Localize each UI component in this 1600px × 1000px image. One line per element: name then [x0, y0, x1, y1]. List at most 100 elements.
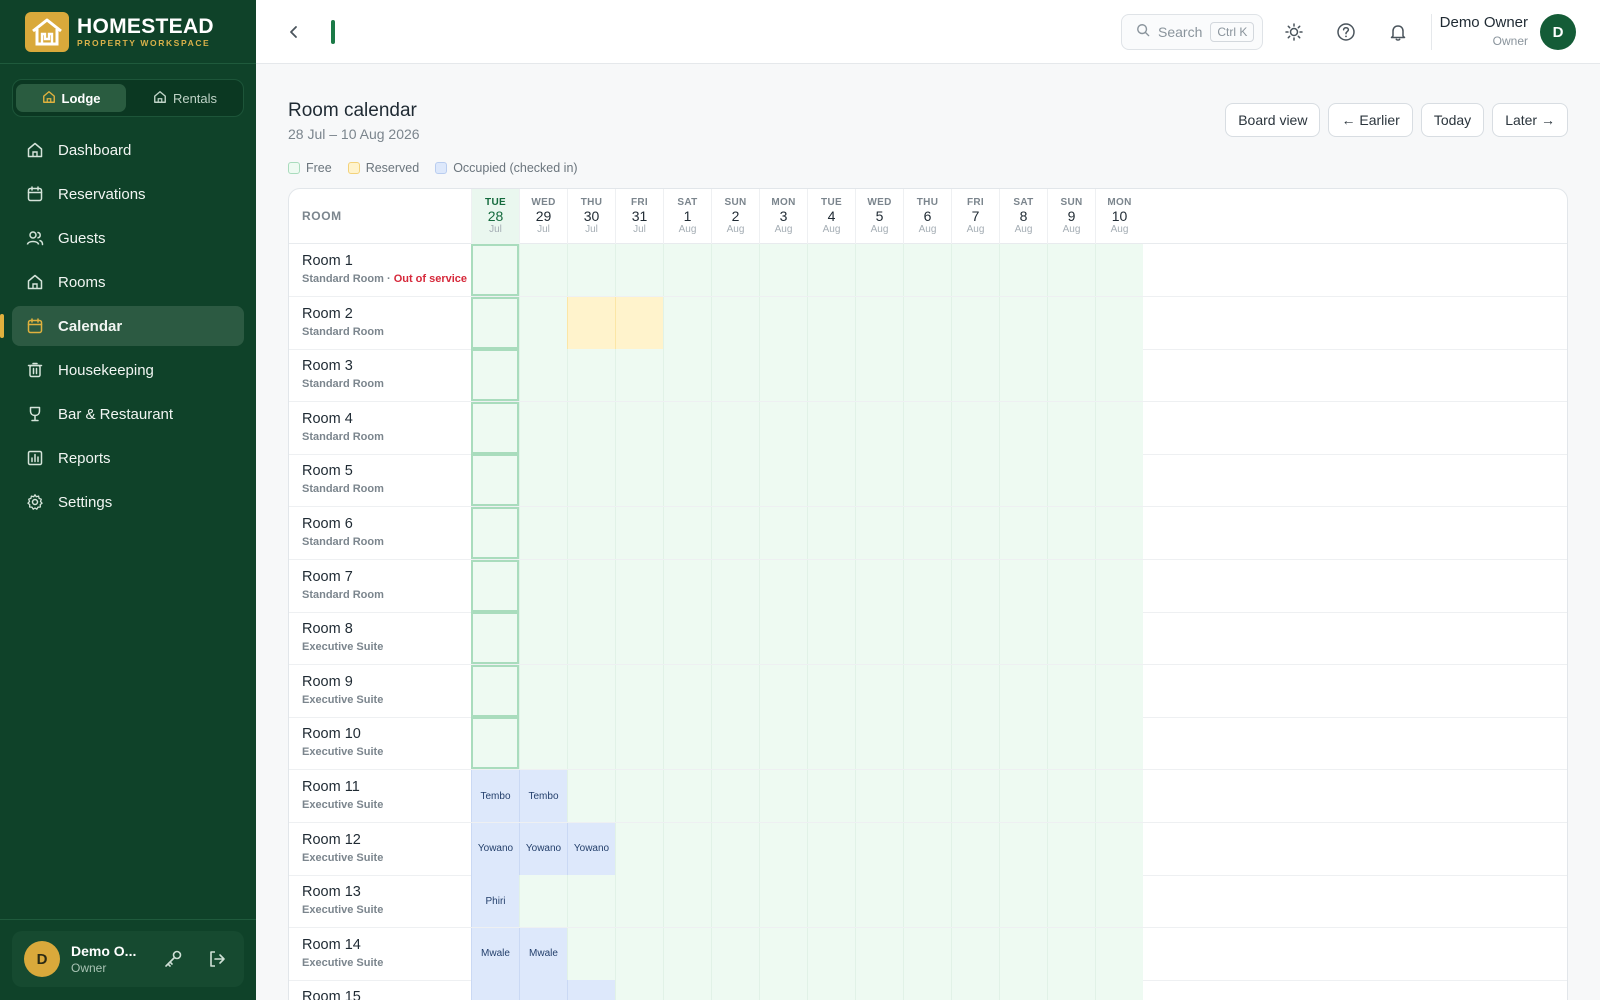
- calendar-cell-free[interactable]: [855, 349, 903, 402]
- calendar-cell-free[interactable]: [855, 559, 903, 612]
- calendar-cell-free[interactable]: [807, 296, 855, 349]
- calendar-cell-free[interactable]: [807, 244, 855, 296]
- calendar-cell-occupied[interactable]: Yowano: [519, 822, 567, 875]
- today-button[interactable]: Today: [1420, 103, 1485, 137]
- calendar-cell-free[interactable]: [999, 296, 1047, 349]
- room-cell[interactable]: Room 6 Standard Room: [289, 507, 475, 559]
- calendar-cell-free[interactable]: [951, 507, 999, 559]
- calendar-cell-free[interactable]: [663, 507, 711, 559]
- calendar-cell-free[interactable]: [855, 244, 903, 296]
- calendar-cell-free[interactable]: [999, 401, 1047, 454]
- calendar-cell-free[interactable]: [471, 349, 519, 402]
- calendar-cell-free[interactable]: [759, 717, 807, 770]
- room-cell[interactable]: Room 2 Standard Room: [289, 297, 475, 349]
- calendar-cell-free[interactable]: [1047, 822, 1095, 875]
- calendar-cell-free[interactable]: [807, 349, 855, 402]
- calendar-cell-free[interactable]: [519, 559, 567, 612]
- calendar-cell-free[interactable]: [855, 927, 903, 980]
- calendar-cell-free[interactable]: [855, 822, 903, 875]
- calendar-cell-free[interactable]: [903, 664, 951, 717]
- room-cell[interactable]: Room 8 Executive Suite: [289, 612, 475, 664]
- room-cell[interactable]: Room 4 Standard Room: [289, 402, 475, 454]
- sidebar-item-guests[interactable]: Guests: [12, 218, 244, 258]
- logout-icon[interactable]: [207, 949, 227, 969]
- calendar-cell-free[interactable]: [1095, 875, 1143, 928]
- calendar-cell-free[interactable]: [615, 875, 663, 928]
- calendar-cell-free[interactable]: [759, 664, 807, 717]
- calendar-cell-free[interactable]: [711, 244, 759, 296]
- sidebar-item-calendar[interactable]: Calendar: [0, 306, 244, 346]
- calendar-cell-free[interactable]: [1047, 927, 1095, 980]
- calendar-cell-free[interactable]: [951, 244, 999, 296]
- room-cell[interactable]: Room 10 Executive Suite: [289, 717, 475, 769]
- calendar-cell-free[interactable]: [903, 559, 951, 612]
- calendar-cell-free[interactable]: [999, 559, 1047, 612]
- calendar-cell-free[interactable]: [1047, 507, 1095, 559]
- calendar-cell-free[interactable]: [807, 612, 855, 665]
- calendar-cell-free[interactable]: [567, 612, 615, 665]
- calendar-cell-free[interactable]: [663, 927, 711, 980]
- calendar-cell-free[interactable]: [567, 507, 615, 559]
- calendar-cell-free[interactable]: [519, 717, 567, 770]
- calendar-cell-occupied[interactable]: Yowano: [567, 822, 615, 875]
- calendar-cell-free[interactable]: [807, 559, 855, 612]
- calendar-cell-free[interactable]: [759, 822, 807, 875]
- calendar-cell-free[interactable]: [855, 664, 903, 717]
- calendar-cell-free[interactable]: [903, 296, 951, 349]
- key-icon[interactable]: [163, 949, 183, 969]
- calendar-cell-free[interactable]: [1047, 717, 1095, 770]
- sidebar-item-rooms[interactable]: Rooms: [12, 262, 244, 302]
- calendar-cell-free[interactable]: [711, 296, 759, 349]
- calendar-cell-occupied[interactable]: Mwale: [471, 927, 519, 980]
- brand[interactable]: HOMESTEAD PROPERTY WORKSPACE: [25, 12, 214, 52]
- calendar-cell-free[interactable]: [1047, 980, 1095, 1000]
- calendar-cell-free[interactable]: [1047, 612, 1095, 665]
- room-cell[interactable]: Room 12 Executive Suite: [289, 823, 475, 875]
- sun-icon[interactable]: [1282, 20, 1306, 44]
- calendar-cell-free[interactable]: [999, 822, 1047, 875]
- calendar-cell-free[interactable]: [951, 980, 999, 1000]
- calendar-cell-free[interactable]: [807, 822, 855, 875]
- calendar-cell-free[interactable]: [1095, 770, 1143, 822]
- calendar-cell-free[interactable]: [1095, 822, 1143, 875]
- switch-rentals-button[interactable]: Rentals: [130, 84, 240, 112]
- calendar-cell-free[interactable]: [615, 612, 663, 665]
- topbar-user[interactable]: Demo Owner Owner: [1440, 14, 1528, 48]
- sidebar-item-reservations[interactable]: Reservations: [12, 174, 244, 214]
- calendar-cell-free[interactable]: [759, 770, 807, 822]
- calendar-cell-free[interactable]: [711, 822, 759, 875]
- calendar-cell-free[interactable]: [567, 717, 615, 770]
- calendar-cell-free[interactable]: [1095, 980, 1143, 1000]
- calendar-cell-free[interactable]: [615, 507, 663, 559]
- board-view-button[interactable]: Board view: [1225, 103, 1321, 137]
- calendar-cell-free[interactable]: [951, 822, 999, 875]
- calendar-cell-free[interactable]: [855, 770, 903, 822]
- calendar-cell-free[interactable]: [807, 507, 855, 559]
- calendar-cell-reserved[interactable]: [615, 296, 663, 349]
- calendar-cell-free[interactable]: [1095, 507, 1143, 559]
- calendar-cell-free[interactable]: [807, 980, 855, 1000]
- calendar-cell-free[interactable]: [1095, 454, 1143, 507]
- calendar-cell-free[interactable]: [663, 349, 711, 402]
- calendar-cell-free[interactable]: [519, 664, 567, 717]
- calendar-cell-free[interactable]: [1095, 349, 1143, 402]
- calendar-cell-free[interactable]: [567, 927, 615, 980]
- calendar-cell-free[interactable]: [519, 612, 567, 665]
- calendar-cell-free[interactable]: [999, 664, 1047, 717]
- calendar-cell-free[interactable]: [903, 349, 951, 402]
- calendar-cell-free[interactable]: [711, 717, 759, 770]
- room-cell[interactable]: Room 5 Standard Room: [289, 454, 475, 506]
- calendar-cell-free[interactable]: [999, 717, 1047, 770]
- room-cell[interactable]: Room 14 Executive Suite: [289, 928, 475, 980]
- calendar-cell-free[interactable]: [903, 927, 951, 980]
- calendar-cell-free[interactable]: [759, 244, 807, 296]
- calendar-cell-free[interactable]: [1095, 401, 1143, 454]
- calendar-cell-free[interactable]: [1047, 664, 1095, 717]
- calendar-cell-free[interactable]: [855, 875, 903, 928]
- calendar-cell-free[interactable]: [519, 454, 567, 507]
- calendar-cell-free[interactable]: [711, 454, 759, 507]
- calendar-cell-free[interactable]: [807, 664, 855, 717]
- calendar-cell-free[interactable]: [663, 875, 711, 928]
- calendar-cell-free[interactable]: [1047, 296, 1095, 349]
- calendar-cell-free[interactable]: [567, 664, 615, 717]
